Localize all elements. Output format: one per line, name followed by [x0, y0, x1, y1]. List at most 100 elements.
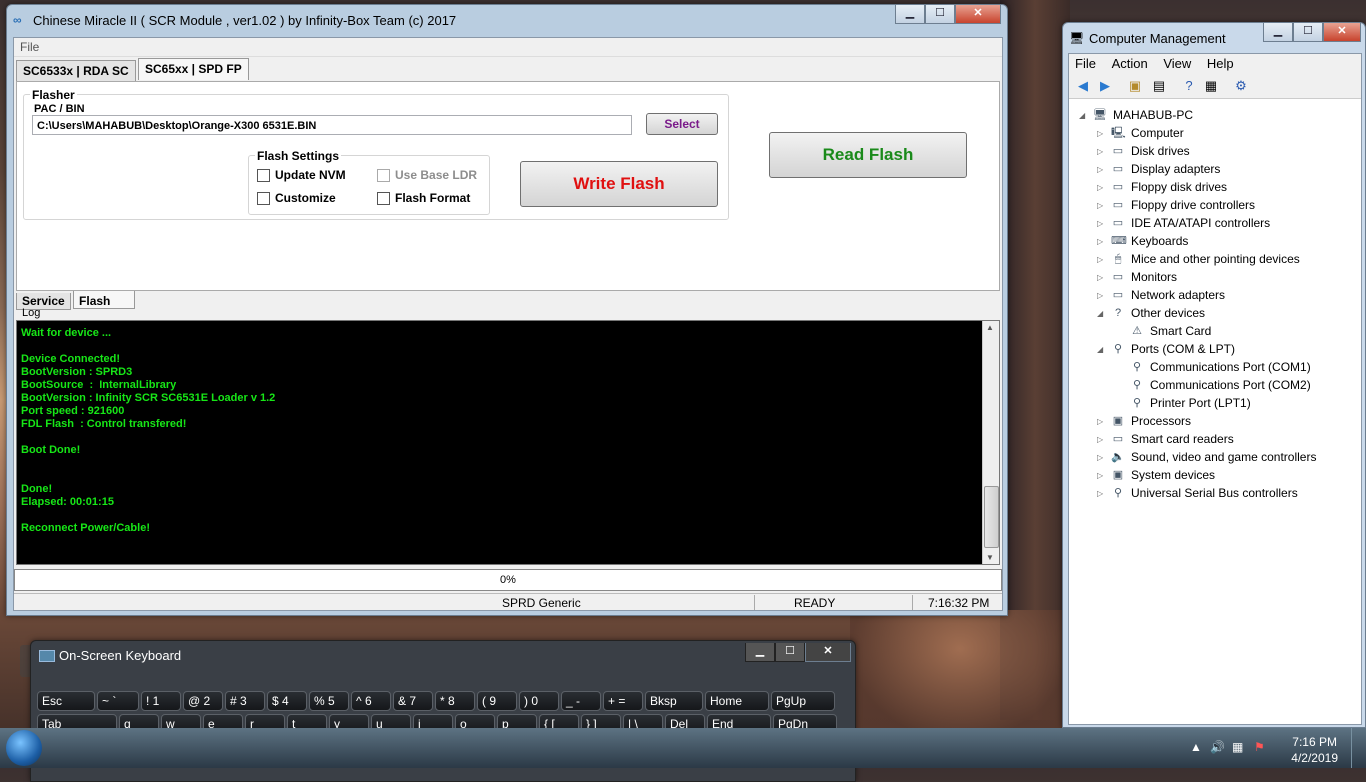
- expand-arrow-icon[interactable]: ▷: [1097, 435, 1107, 444]
- tree-item[interactable]: ⚲ Printer Port (LPT1): [1116, 396, 1251, 410]
- expand-arrow-icon[interactable]: ▷: [1097, 489, 1107, 498]
- key[interactable]: ) 0: [519, 691, 559, 711]
- key[interactable]: PgUp: [771, 691, 835, 711]
- tree-item[interactable]: ▷ ⌨ Keyboards: [1097, 234, 1188, 248]
- expand-arrow-icon[interactable]: ▷: [1097, 255, 1107, 264]
- tab-spd[interactable]: SC65xx | SPD FP: [137, 58, 249, 80]
- menu-file[interactable]: File: [14, 38, 45, 56]
- tree-item[interactable]: ▷ ▭ Monitors: [1097, 270, 1177, 284]
- expand-arrow-icon[interactable]: ▷: [1097, 219, 1107, 228]
- help-icon[interactable]: ?: [1181, 78, 1197, 94]
- tree-item[interactable]: ▷ ▣ System devices: [1097, 468, 1215, 482]
- expand-arrow-icon[interactable]: ▷: [1097, 165, 1107, 174]
- tree-item[interactable]: ▷ 🖱 Mice and other pointing devices: [1097, 252, 1300, 266]
- key[interactable]: _ -: [561, 691, 601, 711]
- maximize-button[interactable]: ☐: [775, 643, 805, 662]
- log-scrollbar[interactable]: ▲ ▼: [982, 321, 999, 564]
- key[interactable]: ! 1: [141, 691, 181, 711]
- menu-view[interactable]: View: [1157, 54, 1197, 73]
- tab-rda[interactable]: SC6533x | RDA SC: [16, 60, 136, 81]
- start-button[interactable]: [6, 730, 42, 766]
- show-hidden-icons-icon[interactable]: ▲: [1190, 740, 1202, 754]
- select-button[interactable]: Select: [646, 113, 718, 135]
- show-hide-tree-icon[interactable]: ▤: [1151, 78, 1167, 94]
- collapse-arrow-icon[interactable]: ◢: [1079, 111, 1089, 120]
- key[interactable]: ^ 6: [351, 691, 391, 711]
- expand-arrow-icon[interactable]: ▷: [1097, 417, 1107, 426]
- tree-item[interactable]: ▷ 🖳 Computer: [1097, 126, 1184, 140]
- title-bar[interactable]: ∞ Chinese Miracle II ( SCR Module , ver1…: [7, 5, 1007, 35]
- menu-action[interactable]: Action: [1106, 54, 1154, 73]
- menu-file[interactable]: File: [1069, 54, 1102, 73]
- tree-item[interactable]: ◢? Other devices: [1097, 306, 1205, 320]
- minimize-button[interactable]: ▁: [745, 643, 775, 662]
- tree-item[interactable]: ▷ ⚲ Universal Serial Bus controllers: [1097, 486, 1298, 500]
- scroll-thumb[interactable]: [984, 486, 999, 548]
- tree-item[interactable]: ▷ ▭ Network adapters: [1097, 288, 1225, 302]
- key[interactable]: ~ `: [97, 691, 139, 711]
- minimize-button[interactable]: ▁: [1263, 23, 1293, 42]
- back-arrow-icon[interactable]: ◀: [1075, 78, 1091, 94]
- scroll-down-arrow-icon[interactable]: ▼: [986, 553, 994, 562]
- clock[interactable]: 7:16 PM 4/2/2019: [1291, 734, 1338, 766]
- close-button[interactable]: ✕: [805, 643, 851, 662]
- expand-arrow-icon[interactable]: ▷: [1097, 129, 1107, 138]
- action-center-icon[interactable]: ⚑: [1254, 740, 1265, 754]
- close-button[interactable]: ✕: [1323, 23, 1361, 42]
- key[interactable]: Esc: [37, 691, 95, 711]
- tab-flash[interactable]: Flash: [73, 291, 136, 309]
- tree-item[interactable]: ▷ ▭ Disk drives: [1097, 144, 1190, 158]
- maximize-button[interactable]: ☐: [925, 5, 955, 24]
- expand-arrow-icon[interactable]: ▷: [1097, 273, 1107, 282]
- network-icon[interactable]: ▦: [1232, 740, 1243, 754]
- tree-item[interactable]: ▷ ▭ Floppy disk drives: [1097, 180, 1227, 194]
- write-flash-button[interactable]: Write Flash: [520, 161, 718, 207]
- tree-item[interactable]: ⚲ Communications Port (COM2): [1116, 378, 1311, 392]
- flash-format-checkbox[interactable]: Flash Format: [377, 191, 470, 205]
- path-field[interactable]: C:\Users\MAHABUB\Desktop\Orange-X300 653…: [32, 115, 632, 135]
- expand-arrow-icon[interactable]: ▷: [1097, 237, 1107, 246]
- scroll-up-arrow-icon[interactable]: ▲: [986, 323, 994, 332]
- maximize-button[interactable]: ☐: [1293, 23, 1323, 42]
- show-desktop-button[interactable]: [1351, 728, 1366, 768]
- tree-item[interactable]: ▷ 🔈 Sound, video and game controllers: [1097, 450, 1316, 464]
- expand-arrow-icon[interactable]: ▷: [1097, 201, 1107, 210]
- key[interactable]: ( 9: [477, 691, 517, 711]
- expand-arrow-icon[interactable]: ▷: [1097, 291, 1107, 300]
- key[interactable]: + =: [603, 691, 643, 711]
- minimize-button[interactable]: ▁: [895, 5, 925, 24]
- customize-checkbox[interactable]: Customize: [257, 191, 336, 205]
- key[interactable]: Bksp: [645, 691, 703, 711]
- tree-item[interactable]: ▷ ▭ IDE ATA/ATAPI controllers: [1097, 216, 1270, 230]
- key[interactable]: % 5: [309, 691, 349, 711]
- expand-arrow-icon[interactable]: ◢: [1097, 309, 1107, 318]
- tree-item[interactable]: ▷ ▣ Processors: [1097, 414, 1191, 428]
- tree-item[interactable]: ▷ ▭ Floppy drive controllers: [1097, 198, 1255, 212]
- properties-icon[interactable]: ▦: [1203, 78, 1219, 94]
- expand-arrow-icon[interactable]: ▷: [1097, 471, 1107, 480]
- volume-icon[interactable]: 🔊: [1210, 740, 1225, 754]
- title-bar[interactable]: 🖥 Computer Management ▁ ☐ ✕: [1063, 23, 1365, 53]
- expand-arrow-icon[interactable]: ▷: [1097, 183, 1107, 192]
- key[interactable]: # 3: [225, 691, 265, 711]
- expand-arrow-icon[interactable]: ◢: [1097, 345, 1107, 354]
- tree-item[interactable]: ⚠ Smart Card: [1116, 324, 1211, 338]
- expand-arrow-icon[interactable]: ▷: [1097, 147, 1107, 156]
- key[interactable]: Home: [705, 691, 769, 711]
- key[interactable]: & 7: [393, 691, 433, 711]
- use-base-ldr-checkbox[interactable]: Use Base LDR: [377, 168, 477, 182]
- tree-item[interactable]: ▷ ▭ Display adapters: [1097, 162, 1220, 176]
- scan-hardware-icon[interactable]: ⚙: [1233, 78, 1249, 94]
- up-folder-icon[interactable]: ▣: [1127, 78, 1143, 94]
- key[interactable]: $ 4: [267, 691, 307, 711]
- key[interactable]: * 8: [435, 691, 475, 711]
- read-flash-button[interactable]: Read Flash: [769, 132, 967, 178]
- key[interactable]: @ 2: [183, 691, 223, 711]
- tree-item[interactable]: ◢ ⚲ Ports (COM & LPT): [1097, 342, 1235, 356]
- forward-arrow-icon[interactable]: ▶: [1097, 78, 1113, 94]
- menu-help[interactable]: Help: [1201, 54, 1240, 73]
- tree-root[interactable]: ◢ 🖥 MAHABUB-PC: [1079, 108, 1193, 122]
- close-button[interactable]: ✕: [955, 5, 1001, 24]
- tree-item[interactable]: ⚲ Communications Port (COM1): [1116, 360, 1311, 374]
- tree-item[interactable]: ▷ ▭ Smart card readers: [1097, 432, 1234, 446]
